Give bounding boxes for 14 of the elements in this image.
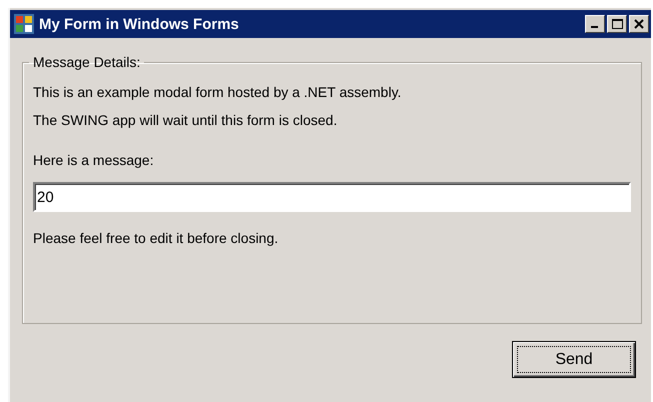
minimize-button[interactable] (585, 15, 605, 33)
hint-text: Please feel free to edit it before closing. (33, 230, 280, 246)
info-text: The SWING app will wait until this form is closed. (33, 112, 338, 128)
close-button[interactable] (629, 15, 649, 33)
group-title: Message Details: (32, 54, 142, 70)
field-label: Here is a message: (33, 152, 155, 168)
send-button[interactable]: Send (512, 341, 636, 378)
app-icon (14, 14, 34, 34)
close-icon (634, 19, 644, 29)
window-title: My Form in Windows Forms (39, 16, 240, 32)
info-text: This is an example modal form hosted by a .NET assembly. (33, 84, 402, 100)
message-field[interactable]: 20 (33, 182, 631, 212)
maximize-button[interactable] (607, 15, 627, 33)
maximize-icon (612, 19, 622, 29)
